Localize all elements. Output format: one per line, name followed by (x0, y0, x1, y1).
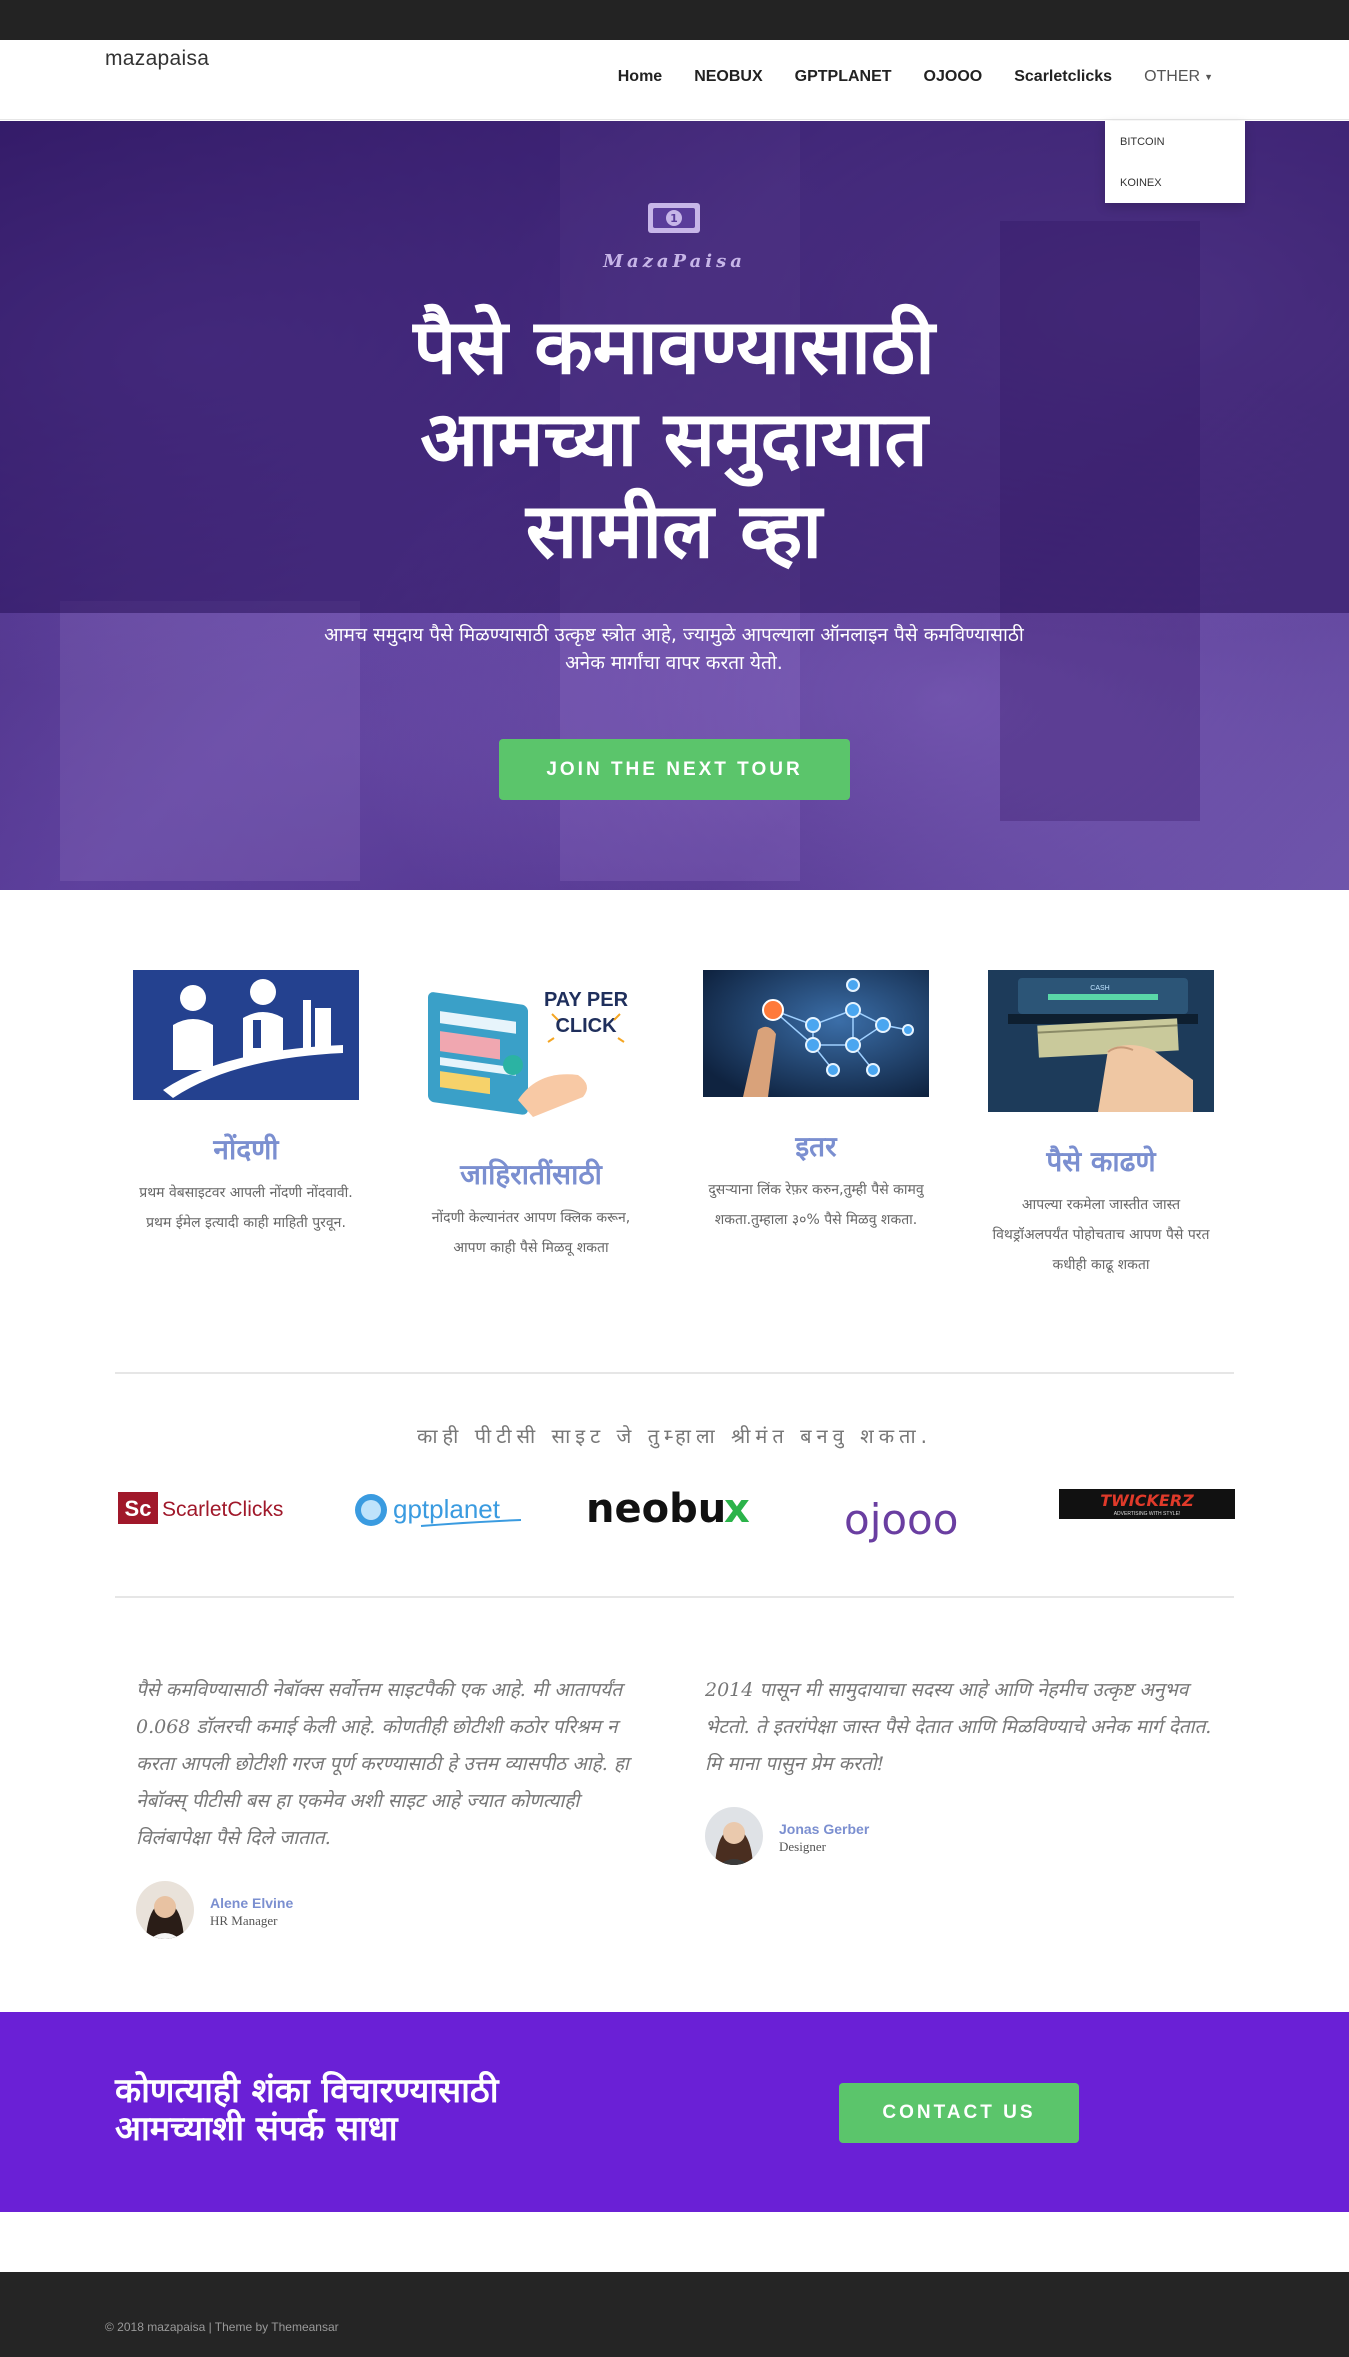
svg-text:1: 1 (670, 212, 678, 225)
scarletclicks-mark: Sc ScarletClicks (118, 1492, 283, 1524)
pay-per-label: PAY PER (544, 989, 629, 1011)
cta-title-line: आमच्याशी संपर्क साधा (115, 2109, 398, 2149)
hero-subtitle-line: अनेक मार्गांचा वापर करता येतो. (565, 652, 783, 674)
click-label: CLICK (555, 1015, 617, 1037)
hero-section: 1 MazaPaisa पैसे कमावण्यासाठी आमच्या समु… (0, 121, 1349, 890)
cta-title: कोणत्याही शंका विचारण्यासाठी आमच्याशी सं… (115, 2072, 675, 2148)
dropdown-item-koinex[interactable]: KOINEX (1105, 172, 1245, 213)
twickerz-tagline: ADVERTISING WITH STYLE! (1114, 1511, 1181, 1517)
join-tour-button[interactable]: JOIN THE NEXT TOUR (499, 739, 850, 800)
testimonial-name: Alene Elvine (210, 1895, 294, 1911)
hero-title: पैसे कमावण्यासाठी आमच्या समुदायात सामील … (274, 301, 1074, 577)
neobux-x: x (724, 1486, 750, 1532)
nav-scarletclicks[interactable]: Scarletclicks (998, 68, 1128, 86)
testimonial-quote: पैसे कमविण्यासाठी नेबॉक्स सर्वोत्तम साइट… (136, 1679, 629, 1849)
dropdown-item-bitcoin[interactable]: BITCOIN (1105, 131, 1245, 172)
hero-subtitle: आमच समुदाय पैसे मिळण्यासाठी उत्कृष्ट स्त… (274, 621, 1074, 677)
footer: © 2018 mazapaisa | Theme by Themeansar (0, 2272, 1349, 2357)
partners-title: काही पीटीसी साइट जे तुम्हाला श्रीमंत बनव… (417, 1424, 932, 1448)
feature-other: इतर दुसऱ्याना लिंक रेफ़र करुन,तुम्ही पैस… (696, 970, 936, 1235)
banknote-icon: 1 (648, 203, 700, 233)
feature-registration: नोंदणी प्रथम वेबसाइटवर आपली नोंदणी नोंदव… (126, 970, 366, 1238)
nav-neobux[interactable]: NEOBUX (678, 68, 778, 86)
feature-title: जाहिरातींसाठी (460, 1158, 602, 1191)
gptplanet-wordmark: gptplanet (393, 1494, 501, 1524)
testimonial-card: पैसे कमविण्यासाठी नेबॉक्स सर्वोत्तम साइट… (136, 1672, 646, 1941)
nav-home[interactable]: Home (602, 68, 678, 86)
twickerz-logo[interactable]: TWICKERZ ADVERTISING WITH STYLE! (1059, 1489, 1235, 1519)
nav-menu: Home NEOBUX GPTPLANET OJOOO Scarletclick… (602, 68, 1229, 86)
hero-title-line: आमच्या समुदायात (420, 394, 928, 483)
nav-other-label: OTHER (1144, 68, 1201, 85)
contact-cta-section: कोणत्याही शंका विचारण्यासाठी आमच्याशी सं… (0, 2012, 1349, 2212)
section-divider (115, 1596, 1234, 1598)
brand-logo[interactable]: mazapaisa (105, 47, 209, 71)
testimonial-author: Alene Elvine HR Manager (136, 1881, 646, 1941)
avatar (705, 1807, 763, 1865)
hero-logo-text: MazaPaisa (603, 251, 746, 272)
twickerz-wordmark: TWICKERZ (1100, 1491, 1194, 1510)
scarletclicks-wordmark: ScarletClicks (162, 1498, 283, 1521)
nav-ojooo[interactable]: OJOOO (908, 68, 999, 86)
section-divider (115, 1372, 1234, 1374)
ojooo-logo[interactable]: ojooo (842, 1494, 982, 1546)
neobux-wordmark: neobu (586, 1486, 726, 1532)
ojooo-wordmark: ojooo (844, 1495, 958, 1544)
neobux-logo[interactable]: neobu x (584, 1484, 764, 1532)
feature-text: नोंदणी केल्यानंतर आपण क्लिक करून, आपण का… (431, 1210, 631, 1256)
feature-text: आपल्या रकमेला जास्तीत जास्त विथड्रॉअलपर्… (992, 1197, 1210, 1273)
footer-copyright: © 2018 mazapaisa | Theme by Themeansar (105, 2320, 339, 2334)
caret-down-icon: ▼ (1204, 71, 1213, 82)
ojooo-mark: ojooo (844, 1495, 958, 1544)
avatar (136, 1881, 194, 1939)
hero-title-line: सामील व्हा (525, 486, 823, 575)
feature-title: इतर (795, 1130, 837, 1163)
feature-withdrawal: CASH पैसे काढणे आपल्या रकमेला जास्तीत जा… (981, 970, 1221, 1280)
testimonial-quote: 2014 पासून मी सामुदायाचा सदस्य आहे आणि न… (705, 1679, 1212, 1775)
neobux-mark: neobu x (586, 1486, 750, 1532)
cash-label: CASH (1090, 985, 1109, 992)
contact-us-button[interactable]: CONTACT US (839, 2083, 1079, 2143)
twickerz-mark: TWICKERZ ADVERTISING WITH STYLE! (1059, 1489, 1235, 1519)
network-image (703, 970, 929, 1097)
scarletclicks-logo[interactable]: Sc ScarletClicks (116, 1490, 291, 1526)
testimonial-role: HR Manager (210, 1913, 278, 1928)
testimonial-card: 2014 पासून मी सामुदायाचा सदस्य आहे आणि न… (705, 1672, 1215, 1867)
nav-gptplanet[interactable]: GPTPLANET (779, 68, 908, 86)
hero-subtitle-line: आमच समुदाय पैसे मिळण्यासाठी उत्कृष्ट स्त… (324, 624, 1024, 646)
navbar: mazapaisa Home NEOBUX GPTPLANET OJOOO Sc… (0, 40, 1349, 120)
feature-advertising: PAY PER CLICK जाहिरातींसाठी नोंदणी केल्य… (411, 970, 651, 1263)
gptplanet-mark: gptplanet (355, 1494, 522, 1527)
atm-withdrawal-image: CASH (988, 970, 1214, 1112)
testimonial-role: Designer (779, 1839, 826, 1854)
gptplanet-logo[interactable]: gptplanet (351, 1490, 526, 1530)
top-bar (0, 0, 1349, 40)
feature-title: नोंदणी (213, 1133, 279, 1166)
cta-title-line: कोणत्याही शंका विचारण्यासाठी (115, 2071, 499, 2111)
testimonial-name: Jonas Gerber (779, 1821, 870, 1837)
hero-title-line: पैसे कमावण्यासाठी (413, 302, 935, 391)
scarletclicks-monogram: Sc (125, 1496, 152, 1521)
registration-image (133, 970, 359, 1100)
pay-per-click-image: PAY PER CLICK (418, 970, 644, 1125)
features-section: नोंदणी प्रथम वेबसाइटवर आपली नोंदणी नोंदव… (0, 935, 1349, 1335)
feature-title: पैसे काढणे (1046, 1145, 1156, 1178)
feature-text: दुसऱ्याना लिंक रेफ़र करुन,तुम्ही पैसे का… (708, 1182, 924, 1228)
testimonial-author: Jonas Gerber Designer (705, 1807, 1215, 1867)
other-dropdown-menu: BITCOIN KOINEX (1105, 121, 1245, 203)
nav-other-dropdown[interactable]: OTHER ▼ (1128, 68, 1229, 86)
feature-text: प्रथम वेबसाइटवर आपली नोंदणी नोंदवावी. प्… (139, 1185, 353, 1231)
